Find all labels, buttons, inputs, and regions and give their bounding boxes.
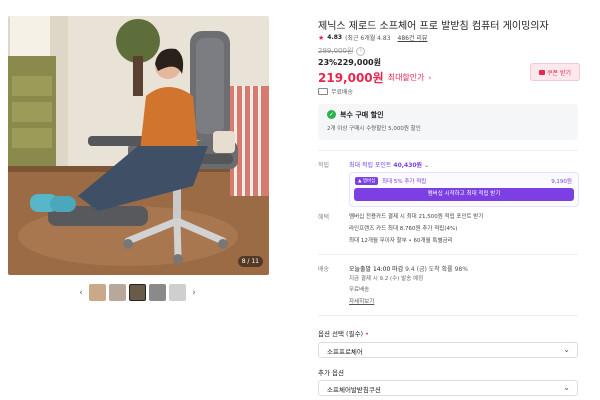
rating-value: 4.83 — [327, 34, 343, 41]
benefit-item: 멤버십 전용카드 결제 시 최대 21,500원 적립 포인트 받기 — [349, 214, 484, 220]
chevron-down-icon[interactable]: ⌄ — [424, 162, 429, 169]
max-points: 최대 적립 포인트 40,430원 ⌄ — [349, 160, 429, 169]
required-mark: • — [365, 330, 370, 338]
membership-points-line: 최대 5% 추가 적립 — [382, 179, 427, 185]
chevron-down-icon: ⌄ — [563, 383, 570, 392]
delivery-fee: 무료배송 — [349, 287, 370, 293]
option-label-text: 옵션 선택 (필수) — [318, 330, 364, 338]
max-discount-label: 최대할인가 — [387, 73, 425, 82]
promo-heading: 복수 구매 할인 — [340, 111, 384, 119]
info-icon[interactable]: i — [356, 46, 366, 56]
chevron-down-icon: ⌄ — [563, 345, 570, 354]
delivery-ship-date: 지금 결제 시 9.2 (수) 발송 예정 — [349, 276, 424, 282]
discount-price: 23%229,000원 — [318, 58, 381, 67]
original-price: 299,000원 — [318, 47, 354, 55]
thumbnail-strip: ‹ › — [76, 284, 199, 301]
divider — [318, 150, 578, 151]
shipping-row: 무료배송 — [318, 87, 353, 96]
check-icon: ✓ — [327, 110, 336, 119]
multi-purchase-promo: ✓ 복수 구매 할인 2개 이상 구매시 수량할인 5,000원 할인 — [318, 104, 578, 140]
coupon-button[interactable]: 쿠폰 받기 — [530, 63, 580, 81]
thumbnail-image[interactable] — [129, 284, 146, 301]
shipping-text: 무료배송 — [331, 89, 354, 96]
thumbnail-image[interactable] — [109, 284, 126, 301]
divider — [318, 254, 578, 255]
membership-start-button[interactable]: 멤버십 시작하고 최대 적립 받기 — [354, 188, 574, 201]
option-select-value: 소프프로체어 — [327, 348, 363, 356]
image-counter: 8 / 11 — [237, 256, 263, 267]
chevron-right-icon: › — [428, 73, 432, 82]
promo-detail: 2개 이상 구매시 수량할인 5,000원 할인 — [327, 126, 421, 132]
coupon-label: 쿠폰 받기 — [547, 69, 571, 77]
benefit-item: 라인프렌즈 카드 최대 8,760원 추가 적립(4%) — [349, 226, 458, 232]
membership-points-box: ▲ 멤버십 최대 5% 추가 적립 9,190원 멤버십 시작하고 최대 적립 … — [349, 172, 579, 207]
rating-row: ★ 4.83 (최근 6개월 4.83 486건 리뷰 — [318, 33, 428, 43]
delivery-cutoff-main: 오늘출발 14:00 마감 — [349, 266, 404, 273]
additional-option-select[interactable]: 소프체어발받침쿠션 ⌄ — [318, 380, 578, 396]
chevron-left-icon[interactable]: ‹ — [76, 288, 86, 298]
max-discount-row[interactable]: 219,000원 최대할인가 › — [318, 69, 431, 86]
chevron-right-icon[interactable]: › — [189, 288, 199, 298]
star-icon: ★ — [318, 33, 325, 42]
rating-note: (최근 6개월 4.83 — [345, 35, 391, 42]
divider — [318, 315, 578, 316]
product-title: 제닉스 제로드 소프체어 프로 발받침 컴퓨터 게이밍의자 — [318, 21, 549, 32]
max-points-value: 40,430원 — [393, 162, 423, 169]
membership-badge: ▲ 멤버십 — [355, 177, 379, 185]
max-discount-price: 219,000원 — [318, 71, 384, 85]
original-price-row: 299,000원 i — [318, 46, 366, 56]
max-points-text: 최대 적립 포인트 — [349, 162, 392, 169]
chair-photo — [8, 16, 269, 275]
additional-option-label: 추가 옵션 — [318, 369, 344, 377]
benefit-item: 최대 12개월 무이자 할부 • 60개월 특별금리 — [349, 238, 453, 244]
additional-option-value: 소프체어발받침쿠션 — [327, 386, 381, 394]
points-label: 적립 — [318, 162, 330, 169]
benefits-label: 혜택 — [318, 214, 330, 221]
thumbnail-image[interactable] — [149, 284, 166, 301]
option-label: 옵션 선택 (필수) • — [318, 328, 369, 338]
truck-icon — [318, 88, 328, 95]
delivery-cutoff: 오늘출발 14:00 마감 9.4 (금) 도착 확률 98% — [349, 264, 468, 273]
delivery-label: 배송 — [318, 266, 330, 273]
coupon-icon — [539, 69, 545, 75]
thumbnail-list — [89, 284, 186, 301]
thumbnail-image[interactable] — [89, 284, 106, 301]
product-main-image[interactable]: 8 / 11 — [8, 16, 269, 275]
delivery-cutoff-sub: 9.4 (금) 도착 확률 98% — [405, 266, 468, 273]
review-count-link[interactable]: 486건 리뷰 — [398, 33, 428, 42]
delivery-details-link[interactable]: 자세히보기 — [349, 297, 374, 305]
membership-points-amount: 9,190원 — [551, 179, 572, 185]
thumbnail-image[interactable] — [169, 284, 186, 301]
option-select[interactable]: 소프프로체어 ⌄ — [318, 342, 578, 358]
